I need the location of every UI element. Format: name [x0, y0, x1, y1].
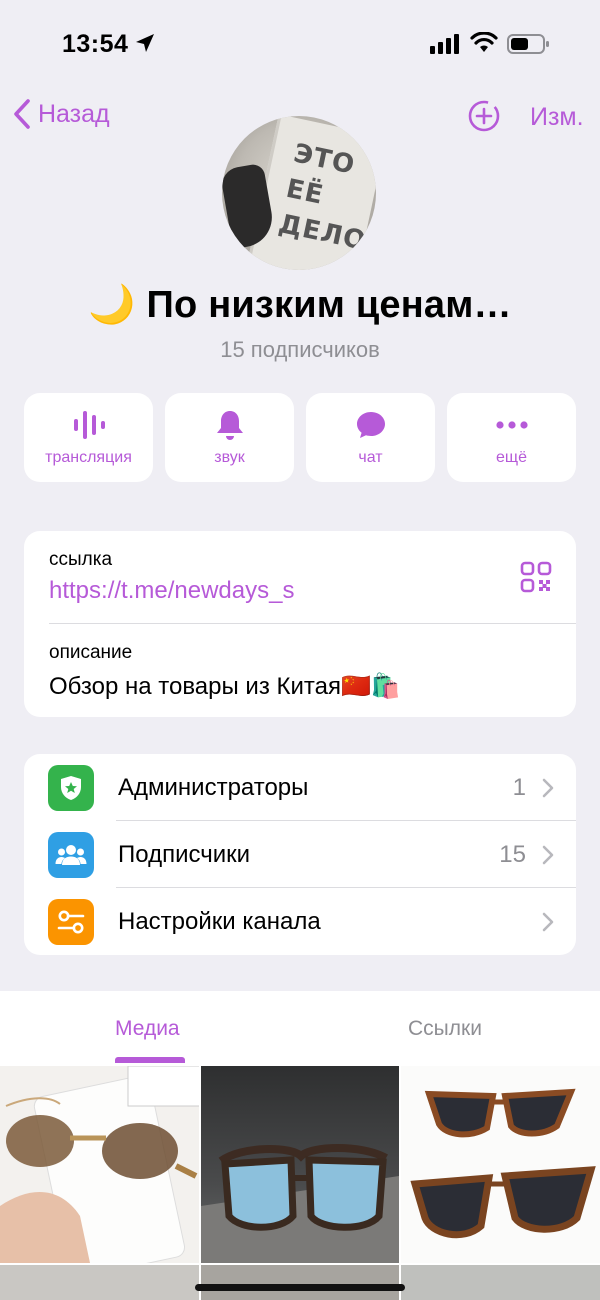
bell-icon — [216, 410, 243, 440]
channel-description: Обзор на товары из Китая 🇨🇳🛍️ — [49, 672, 401, 701]
media-thumbnail[interactable] — [401, 1066, 600, 1263]
wifi-icon — [470, 32, 498, 52]
edit-button[interactable]: Изм. — [530, 103, 584, 132]
list-item-administrators[interactable]: Администраторы 1 — [24, 754, 576, 821]
cellular-signal-icon — [430, 34, 459, 54]
chat-bubble-icon — [356, 411, 385, 438]
back-label: Назад — [38, 99, 110, 128]
media-thumbnail[interactable] — [201, 1265, 399, 1300]
list-item-label: Настройки канала — [118, 907, 321, 935]
channel-title: 🌙 По низким ценам… — [88, 284, 512, 326]
list-item-label: Подписчики — [118, 840, 251, 868]
media-thumbnail[interactable] — [0, 1066, 199, 1263]
battery-icon — [507, 34, 549, 54]
list-item-label: Администраторы — [118, 773, 309, 801]
tab-links[interactable]: Ссылки — [408, 1017, 482, 1041]
list-item-channel-settings[interactable]: Настройки канала — [24, 888, 576, 955]
chevron-left-icon — [14, 99, 30, 129]
more-button[interactable]: ещё — [447, 393, 576, 482]
link-row: ссылка https://t.me/newdays_s — [49, 549, 294, 605]
chevron-right-icon — [542, 778, 554, 797]
channel-avatar[interactable]: ЭТО ЕЁ ДЕЛО — [222, 116, 376, 270]
chat-label: чат — [358, 448, 383, 466]
sound-label: звук — [214, 448, 245, 466]
more-label: ещё — [496, 448, 527, 466]
status-time: 13:54 — [62, 30, 129, 58]
tab-media[interactable]: Медиа — [115, 1017, 180, 1041]
add-circle-icon[interactable] — [466, 98, 502, 134]
broadcast-icon — [73, 410, 105, 439]
avatar-text-line: ЕЁ — [283, 173, 327, 211]
more-icon — [495, 420, 528, 429]
home-indicator — [195, 1284, 405, 1291]
back-button[interactable]: Назад — [12, 98, 110, 130]
media-thumbnail[interactable] — [401, 1265, 600, 1300]
chat-button[interactable]: чат — [306, 393, 435, 482]
description-text: Обзор на товары из Китая — [49, 672, 341, 700]
channel-info-card: ссылка https://t.me/newdays_s описание О… — [24, 531, 576, 717]
action-buttons-row: трансляция звук чат ещё — [24, 393, 576, 482]
location-arrow-icon — [136, 34, 154, 52]
sound-button[interactable]: звук — [165, 393, 294, 482]
people-icon — [48, 831, 94, 878]
status-bar: 13:54 — [0, 0, 600, 90]
channel-link[interactable]: https://t.me/newdays_s — [49, 577, 294, 605]
channel-management-list: Администраторы 1 Подписчики 15 Настройки… — [24, 754, 576, 955]
chevron-right-icon — [542, 845, 554, 864]
sunglasses-blue-tint-image — [201, 1144, 399, 1263]
list-item-count: 1 — [512, 773, 526, 801]
broadcast-button[interactable]: трансляция — [24, 393, 153, 482]
sunglasses-brown-rimless-image — [0, 1066, 199, 1263]
admin-shield-icon — [48, 764, 94, 811]
link-caption: ссылка — [49, 549, 113, 570]
qr-code-icon[interactable] — [520, 561, 552, 593]
list-item-count: 15 — [499, 840, 526, 868]
avatar-text-line: ДЕЛО — [275, 208, 369, 257]
list-item-subscribers[interactable]: Подписчики 15 — [24, 821, 576, 888]
avatar-text-line: ЭТО — [290, 138, 358, 181]
subscriber-count: 15 подписчиков — [220, 337, 380, 362]
broadcast-label: трансляция — [45, 448, 132, 466]
divider — [49, 623, 576, 624]
media-thumbnail[interactable] — [201, 1066, 399, 1263]
description-caption: описание — [49, 642, 133, 663]
chevron-right-icon — [542, 912, 554, 931]
sunglasses-tortoise-cateye-image — [410, 1088, 596, 1239]
active-tab-indicator — [115, 1057, 185, 1063]
media-thumbnail[interactable] — [0, 1265, 199, 1300]
description-emoji: 🇨🇳🛍️ — [340, 673, 401, 700]
settings-sliders-icon — [48, 898, 94, 945]
description-row: описание Обзор на товары из Китая 🇨🇳🛍️ — [49, 642, 401, 701]
